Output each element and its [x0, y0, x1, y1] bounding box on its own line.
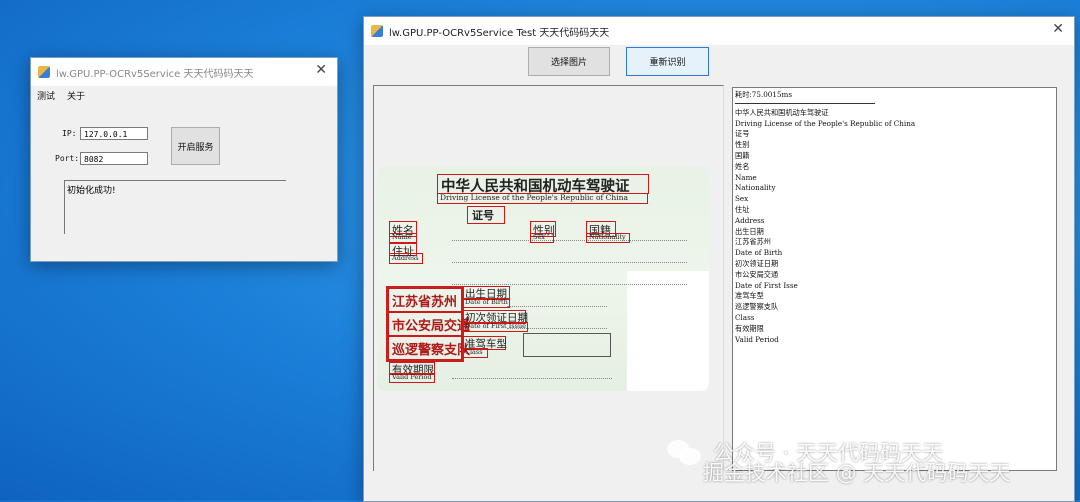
result-line: Driving License of the People's Republic… — [735, 118, 916, 128]
photo-area — [627, 271, 709, 391]
service-window-title: lw.GPU.PP-OCRv5Service 天天代码码天天 — [56, 68, 254, 80]
dotted-line — [507, 306, 607, 307]
result-line: Valid Period — [735, 334, 779, 344]
result-line: 姓名 — [735, 161, 750, 171]
image-preview-panel: 中华人民共和国机动车驾驶证 Driving License of the Peo… — [373, 85, 724, 471]
card-name-en: Name — [392, 233, 412, 241]
result-line: 有效期限 — [735, 323, 764, 333]
test-window-title: lw.GPU.PP-OCRv5Service Test 天天代码码天天 — [389, 27, 610, 39]
card-nationality-en: Nationality — [589, 233, 626, 241]
log-text: 初始化成功! — [67, 186, 116, 196]
result-line: 国籍 — [735, 150, 750, 160]
result-line: Nationality — [735, 183, 776, 193]
card-sex-en: Sex — [533, 233, 545, 241]
result-line: Name — [735, 172, 757, 182]
result-separator — [735, 102, 875, 104]
result-line: 住址 — [735, 204, 750, 214]
ip-input[interactable]: 127.0.0.1 — [80, 127, 148, 140]
license-card-image: 中华人民共和国机动车驾驶证 Driving License of the Peo… — [377, 166, 709, 391]
result-line: Address — [735, 215, 765, 225]
result-line: 巡逻警察支队 — [735, 302, 779, 312]
result-line: 性别 — [735, 140, 750, 150]
result-line: 证号 — [735, 129, 750, 139]
result-line: 中华人民共和国机动车驾驶证 — [735, 107, 829, 117]
test-window-titlebar[interactable]: lw.GPU.PP-OCRv5Service Test 天天代码码天天 ✕ — [364, 17, 1074, 45]
result-textbox[interactable]: 耗时:75.0015ms 中华人民共和国机动车驾驶证 Driving Licens… — [732, 87, 1057, 471]
card-dob-en: Date of Birth — [465, 298, 508, 306]
card-first-issue-en: Date of First Issue — [465, 322, 526, 330]
dotted-line — [452, 262, 687, 263]
card-address-en: Address — [392, 254, 419, 262]
close-icon[interactable]: ✕ — [315, 62, 327, 78]
menu-item-test[interactable]: 测试 — [31, 86, 61, 104]
result-line: 市公安局交通 — [735, 269, 779, 279]
result-line: 初次领证日期 — [735, 258, 779, 268]
select-image-button[interactable]: 选择图片 — [528, 47, 610, 76]
card-class-en: Class — [465, 348, 483, 356]
menu-bar: 测试 关于 — [31, 86, 337, 104]
dotted-line — [452, 240, 687, 241]
result-line: 准驾车型 — [735, 291, 764, 301]
result-line: Date of Birth — [735, 248, 783, 258]
ip-label: IP: — [62, 129, 77, 138]
port-label: Port: — [55, 154, 80, 163]
result-line: 出生日期 — [735, 226, 764, 236]
wechat-icon — [667, 440, 703, 466]
watermark-line-2: 掘金技术社区 @ 天天代码码天天 — [703, 461, 1011, 485]
test-window: lw.GPU.PP-OCRv5Service Test 天天代码码天天 ✕ 选择… — [363, 16, 1075, 502]
dotted-line — [452, 378, 612, 379]
result-line: Date of First Isse — [735, 280, 798, 290]
dotted-line — [452, 284, 687, 285]
app-icon — [371, 25, 383, 37]
class-field-box — [523, 333, 611, 357]
menu-item-about[interactable]: 关于 — [61, 86, 91, 104]
start-service-button[interactable]: 开启服务 — [171, 127, 220, 165]
card-valid-en: Valid Period — [392, 373, 432, 381]
result-lines: 中华人民共和国机动车驾驶证 Driving License of the Peop… — [735, 108, 1054, 346]
result-line: Sex — [735, 194, 749, 204]
seal-stamp — [386, 286, 464, 362]
card-subtitle: Driving License of the People's Republic… — [440, 193, 628, 202]
port-input[interactable]: 8082 — [80, 152, 148, 165]
close-icon[interactable]: ✕ — [1052, 21, 1064, 37]
result-time: 耗时:75.0015ms — [735, 90, 793, 99]
log-textbox[interactable]: 初始化成功! — [64, 180, 286, 234]
app-icon — [38, 66, 50, 78]
service-window: lw.GPU.PP-OCRv5Service 天天代码码天天 ✕ 测试 关于 I… — [30, 57, 338, 262]
service-window-titlebar[interactable]: lw.GPU.PP-OCRv5Service 天天代码码天天 ✕ — [31, 58, 337, 86]
card-zhenghao: 证号 — [472, 209, 494, 222]
recognize-button[interactable]: 重新识别 — [626, 47, 709, 76]
result-line: Class — [735, 312, 755, 322]
result-line: 江苏省苏州 — [735, 237, 771, 247]
